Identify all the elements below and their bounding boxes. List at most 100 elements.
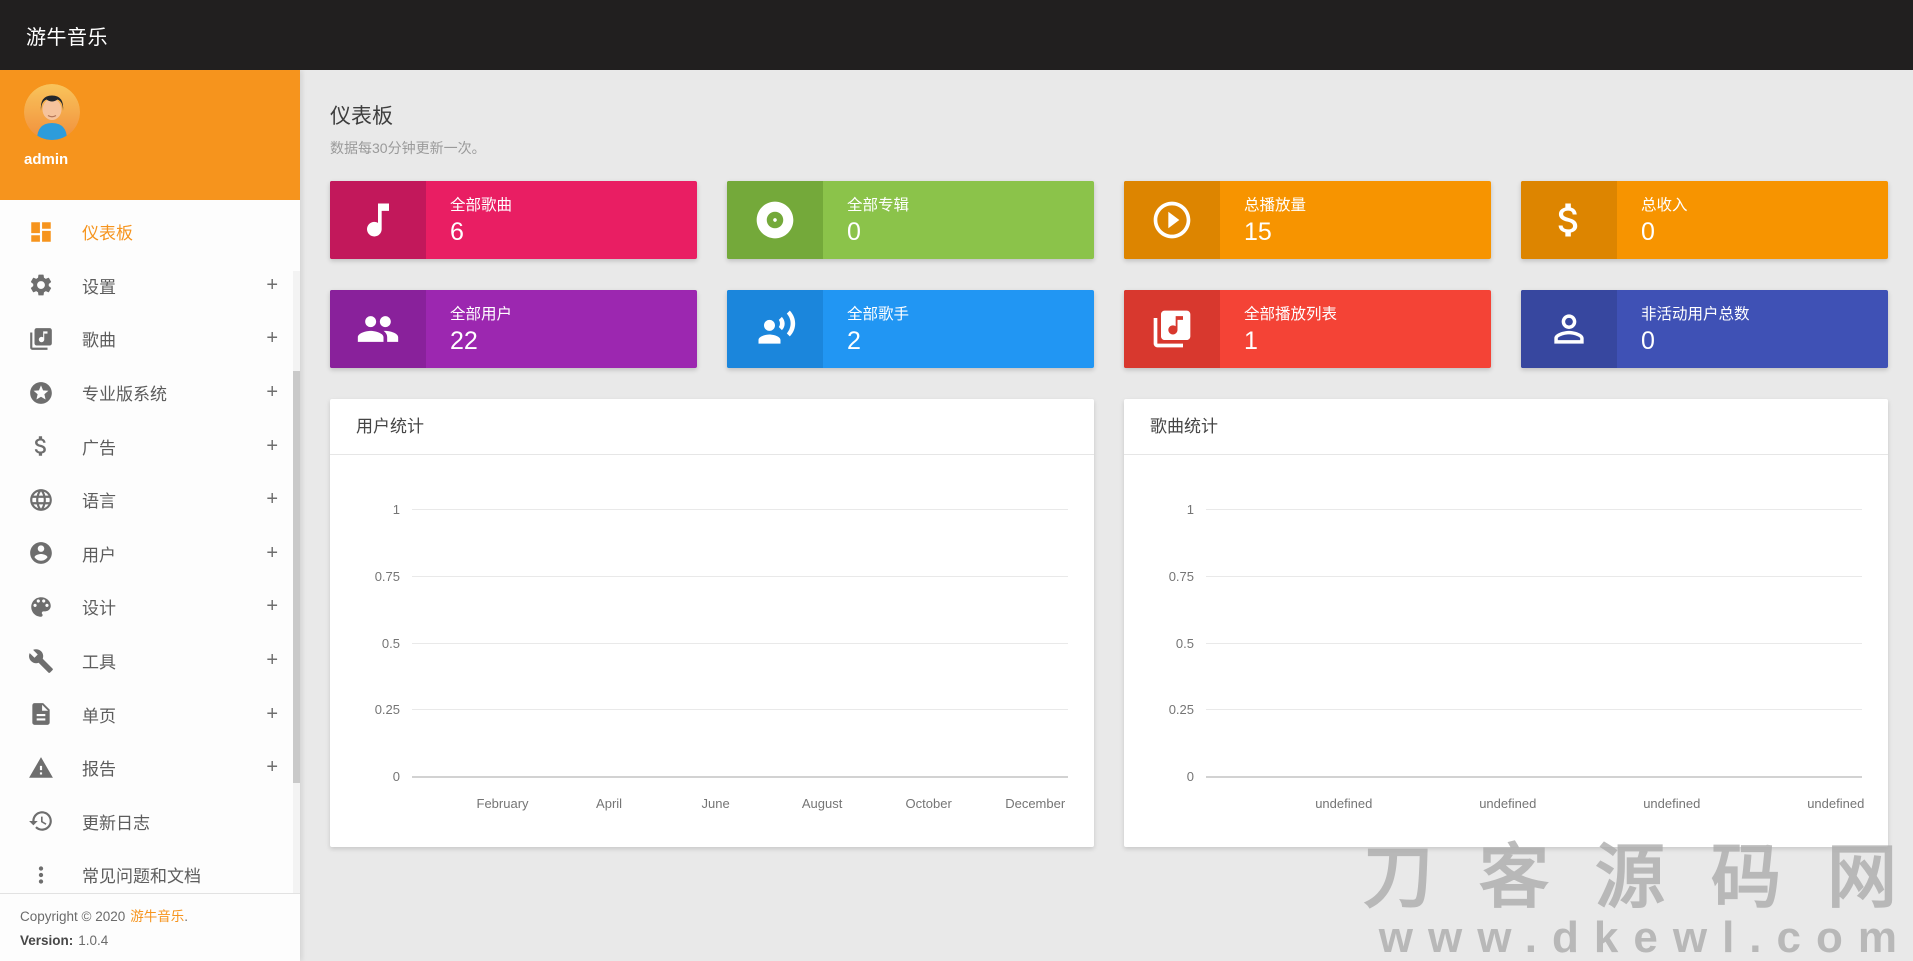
- expand-plus-icon[interactable]: +: [266, 274, 278, 297]
- app-logo[interactable]: 游牛音乐: [26, 21, 108, 50]
- sidebar-item-settings[interactable]: 设置+: [0, 259, 300, 313]
- x-tick-label: undefined: [1315, 796, 1372, 811]
- gridline-row: 1: [1142, 502, 1862, 517]
- sidebar-item-design[interactable]: 设计+: [0, 580, 300, 634]
- expand-plus-icon[interactable]: +: [266, 327, 278, 350]
- sidebar-scrollbar[interactable]: [293, 271, 300, 895]
- stat-card-value: 2: [847, 327, 909, 356]
- chart-panels: 用户统计10.750.50.250FebruaryAprilJuneAugust…: [330, 399, 1888, 847]
- palette-icon: [28, 594, 54, 620]
- stat-card-value: 6: [450, 218, 512, 247]
- topbar: 游牛音乐: [0, 0, 1913, 70]
- gridline: [1206, 509, 1862, 510]
- sidebar-item-changelog[interactable]: 更新日志+: [0, 795, 300, 849]
- page-subtitle: 数据每30分钟更新一次。: [330, 138, 1888, 158]
- sidebar-menu: 仪表板+设置+歌曲+专业版系统+广告+语言+用户+设计+工具+单页+报告+更新日…: [0, 200, 300, 902]
- stat-card[interactable]: 全部专辑0: [727, 181, 1094, 259]
- gridline: [1206, 709, 1862, 710]
- stat-card[interactable]: 全部歌曲 6: [330, 181, 697, 259]
- x-tick-label: undefined: [1807, 796, 1864, 811]
- expand-plus-icon[interactable]: +: [266, 488, 278, 511]
- stat-card-label: 全部歌曲: [450, 193, 512, 215]
- sidebar-item-label: 工具: [82, 648, 266, 673]
- gridline-row: 0.5: [348, 636, 1068, 651]
- expand-plus-icon[interactable]: +: [266, 542, 278, 565]
- stat-card-value: 0: [1641, 327, 1750, 356]
- stat-card[interactable]: 非活动用户总数 0: [1521, 290, 1888, 368]
- expand-plus-icon[interactable]: +: [266, 756, 278, 779]
- y-tick-label: 0.25: [348, 702, 400, 717]
- dashboard-icon: [28, 219, 54, 245]
- stat-card[interactable]: 总播放量 15: [1124, 181, 1491, 259]
- stat-card-value: 15: [1244, 218, 1306, 247]
- sidebar-item-ads[interactable]: 广告+: [0, 419, 300, 473]
- expand-plus-icon[interactable]: +: [266, 649, 278, 672]
- x-tick-label: August: [802, 796, 842, 811]
- y-tick-label: 0: [1142, 769, 1194, 784]
- stat-card-body: 总播放量 15: [1220, 181, 1306, 259]
- wrench-icon: [28, 648, 54, 674]
- stat-card[interactable]: 总收入0: [1521, 181, 1888, 259]
- footer-brand-link[interactable]: 游牛音乐: [130, 909, 184, 924]
- user-avatar-icon: [24, 84, 80, 140]
- expand-plus-icon[interactable]: +: [266, 381, 278, 404]
- user-profile[interactable]: admin: [0, 70, 300, 200]
- gridline-row: 0.25: [1142, 702, 1862, 717]
- sidebar-item-dashboard[interactable]: 仪表板+: [0, 205, 300, 259]
- stat-card-value: 1: [1244, 327, 1337, 356]
- stat-card-label: 全部歌手: [847, 302, 909, 324]
- x-tick-label: April: [596, 796, 622, 811]
- sidebar-item-label: 单页: [82, 702, 266, 727]
- sidebar-scrollbar-thumb[interactable]: [293, 371, 300, 783]
- gridline-row: 0.25: [348, 702, 1068, 717]
- version-label: Version:: [20, 933, 73, 948]
- stat-card-body: 全部播放列表 1: [1220, 290, 1337, 368]
- x-tick-label: October: [906, 796, 952, 811]
- chart-title: 歌曲统计: [1124, 399, 1888, 455]
- main-content: 仪表板 数据每30分钟更新一次。 全部歌曲6全部专辑0总播放量15总收入0全部用…: [300, 70, 1913, 961]
- gridline-row: 0.75: [1142, 569, 1862, 584]
- sidebar-item-users[interactable]: 用户+: [0, 527, 300, 581]
- chart-area: 10.750.50.250FebruaryAprilJuneAugustOcto…: [330, 502, 1094, 826]
- sidebar-item-label: 常见问题和文档: [82, 862, 266, 887]
- sidebar-item-label: 语言: [82, 487, 266, 512]
- stat-card[interactable]: 全部歌手 2: [727, 290, 1094, 368]
- x-tick-label: June: [701, 796, 729, 811]
- sidebar-item-label: 更新日志: [82, 809, 266, 834]
- gridline-row: 0: [1142, 769, 1862, 784]
- stat-card[interactable]: 全部播放列表 1: [1124, 290, 1491, 368]
- sidebar-item-pages[interactable]: 单页+: [0, 687, 300, 741]
- sidebar-item-tools[interactable]: 工具+: [0, 634, 300, 688]
- y-tick-label: 0.5: [348, 636, 400, 651]
- y-tick-label: 1: [348, 502, 400, 517]
- sidebar-item-reports[interactable]: 报告+: [0, 741, 300, 795]
- expand-plus-icon[interactable]: +: [266, 435, 278, 458]
- people-icon: [330, 290, 426, 368]
- stat-card-label: 非活动用户总数: [1641, 302, 1750, 324]
- stat-card-body: 全部用户22: [426, 290, 512, 368]
- sidebar-item-language[interactable]: 语言+: [0, 473, 300, 527]
- expand-plus-icon[interactable]: +: [266, 595, 278, 618]
- username: admin: [24, 151, 300, 168]
- history-icon: [28, 808, 54, 834]
- stat-card-body: 总收入0: [1617, 181, 1688, 259]
- x-tick-label: undefined: [1479, 796, 1536, 811]
- sidebar-item-label: 专业版系统: [82, 380, 266, 405]
- sidebar-item-label: 设置: [82, 273, 266, 298]
- stat-card-label: 全部播放列表: [1244, 302, 1337, 324]
- music-note-icon: [330, 181, 426, 259]
- user-stats-chart-panel: 用户统计10.750.50.250FebruaryAprilJuneAugust…: [330, 399, 1094, 847]
- stat-card-label: 总播放量: [1244, 193, 1306, 215]
- sidebar-item-songs[interactable]: 歌曲+: [0, 312, 300, 366]
- dollar-icon: [1521, 181, 1617, 259]
- x-tick-label: undefined: [1643, 796, 1700, 811]
- song-stats-chart-panel: 歌曲统计 1 0.75 0.5 0.25 0 undefined undefined undef…: [1124, 399, 1888, 847]
- stat-card[interactable]: 全部用户22: [330, 290, 697, 368]
- y-tick-label: 0.25: [1142, 702, 1194, 717]
- sidebar-item-pro-system[interactable]: 专业版系统+: [0, 366, 300, 420]
- album-icon: [727, 181, 823, 259]
- sidebar-item-label: 报告: [82, 755, 266, 780]
- gridline-row: 0.5: [1142, 636, 1862, 651]
- expand-plus-icon[interactable]: +: [266, 703, 278, 726]
- gridline-row: 0.75: [348, 569, 1068, 584]
